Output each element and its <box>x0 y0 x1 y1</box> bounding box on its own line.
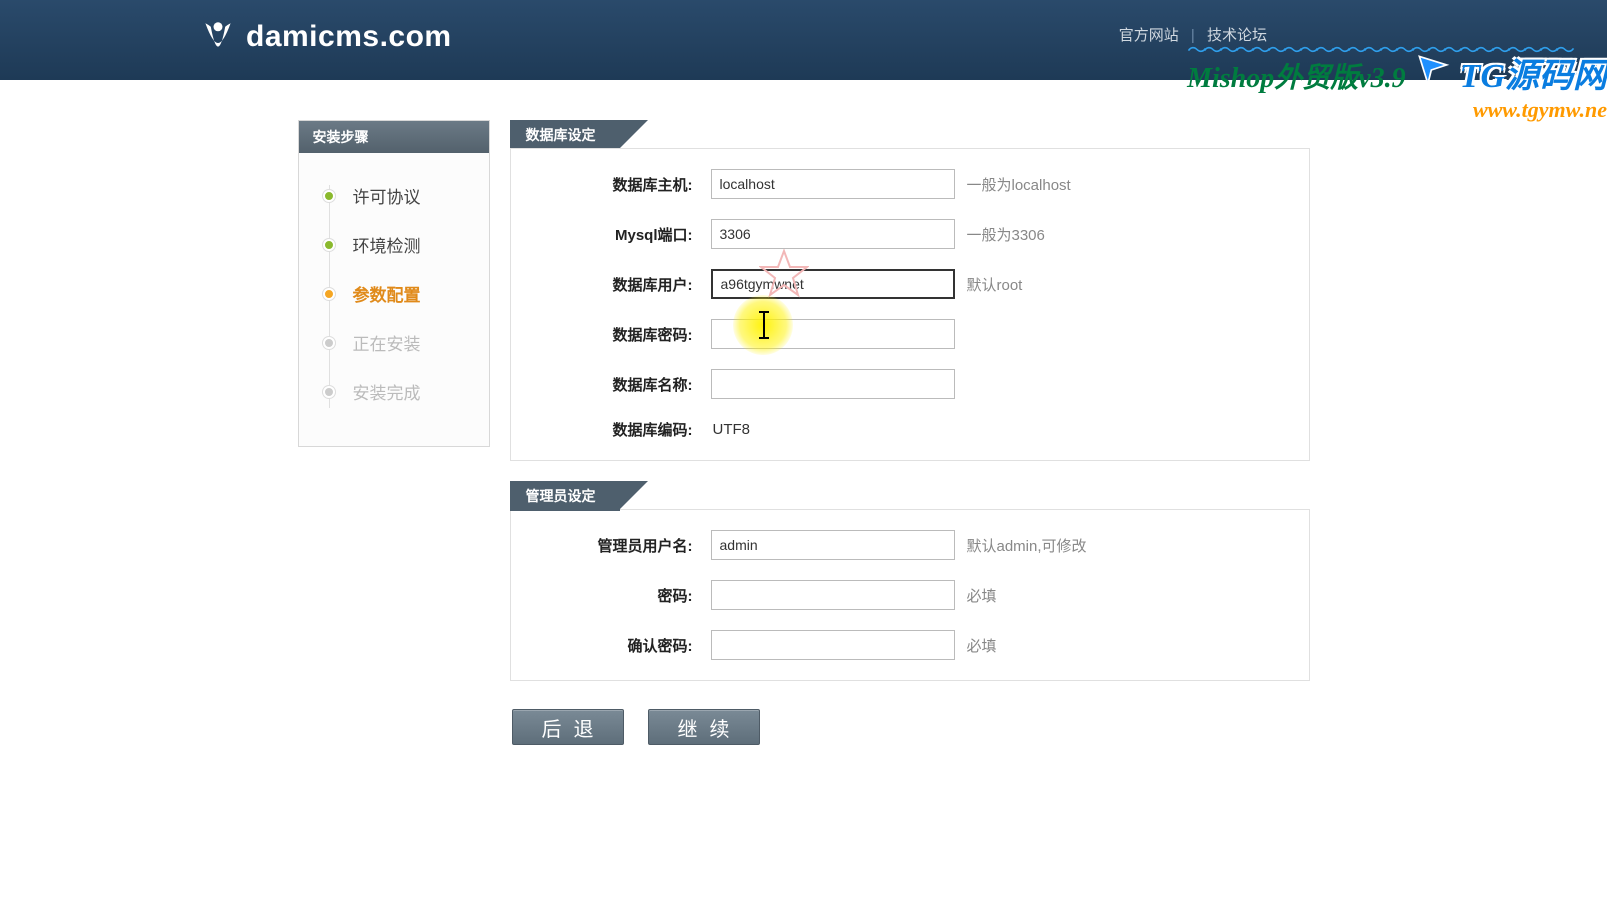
db-host-hint: 一般为localhost <box>967 174 1071 195</box>
db-settings-section: 数据库设定 数据库主机: 一般为localhost Mysql端口: 一般为33… <box>510 120 1310 461</box>
sidebar-title: 安装步骤 <box>299 121 489 153</box>
db-section-title: 数据库设定 <box>510 120 620 150</box>
step-dot-icon <box>323 239 335 251</box>
db-pass-label: 数据库密码: <box>531 324 711 345</box>
admin-settings-section: 管理员设定 管理员用户名: 默认admin,可修改 密码: 必填 确认密码: 必… <box>510 481 1310 681</box>
admin-section-title: 管理员设定 <box>510 481 620 511</box>
mishop-version-text: Mishop外贸版v3.9 <box>1187 56 1406 96</box>
wave-decoration: ～～～～～～～～～～～～～～～～～～～～～～～～ <box>1187 34 1607 54</box>
step-label: 安装完成 <box>353 379 421 404</box>
db-name-input[interactable] <box>711 369 955 399</box>
person-logo-icon <box>200 16 236 57</box>
tg-logo-icon <box>1416 53 1450 95</box>
step-done: 安装完成 <box>299 367 489 416</box>
admin-user-input[interactable] <box>711 530 955 560</box>
brand-text: damicms.com <box>246 20 452 54</box>
db-user-label: 数据库用户: <box>531 274 711 295</box>
step-license: 许可协议 <box>299 171 489 220</box>
admin-confirm-input[interactable] <box>711 630 955 660</box>
admin-confirm-label: 确认密码: <box>531 635 711 656</box>
watermark-overlay: ～～～～～～～～～～～～～～～～～～～～～～～～ Mishop外贸版v3.9 T… <box>1187 48 1607 123</box>
step-params: 参数配置 <box>299 269 489 318</box>
db-name-row: 数据库名称: <box>511 359 1309 409</box>
text-cursor-icon <box>763 313 765 337</box>
db-name-label: 数据库名称: <box>531 374 711 395</box>
continue-button[interactable]: 继续 <box>648 709 760 745</box>
step-label: 环境检测 <box>353 232 421 257</box>
top-bar: damicms.com 官方网站 | 技术论坛 ～～～～～～～～～～～～～～～～… <box>0 0 1607 80</box>
db-user-row: 数据库用户: 默认root <box>511 259 1309 309</box>
admin-pass-input[interactable] <box>711 580 955 610</box>
step-label: 参数配置 <box>353 281 421 306</box>
admin-pass-label: 密码: <box>531 585 711 606</box>
db-port-row: Mysql端口: 一般为3306 <box>511 209 1309 259</box>
admin-user-row: 管理员用户名: 默认admin,可修改 <box>511 520 1309 570</box>
admin-confirm-row: 确认密码: 必填 <box>511 620 1309 670</box>
db-pass-row: 数据库密码: <box>511 309 1309 359</box>
step-label: 正在安装 <box>353 330 421 355</box>
db-charset-value: UTF8 <box>711 421 751 438</box>
db-port-label: Mysql端口: <box>531 224 711 245</box>
db-charset-row: 数据库编码: UTF8 <box>511 409 1309 450</box>
admin-user-hint: 默认admin,可修改 <box>967 535 1087 556</box>
admin-confirm-hint: 必填 <box>967 635 997 656</box>
tg-brand-text: TG源码网 <box>1460 48 1607 97</box>
back-button[interactable]: 后退 <box>512 709 624 745</box>
db-user-input[interactable] <box>711 269 955 299</box>
step-installing: 正在安装 <box>299 318 489 367</box>
admin-pass-hint: 必填 <box>967 585 997 606</box>
db-pass-input[interactable] <box>711 319 955 349</box>
db-charset-label: 数据库编码: <box>531 419 711 440</box>
db-host-label: 数据库主机: <box>531 174 711 195</box>
install-steps-sidebar: 安装步骤 许可协议 环境检测 参数配置 正在安装 安装完成 <box>298 120 490 447</box>
steps-list: 许可协议 环境检测 参数配置 正在安装 安装完成 <box>299 153 489 446</box>
db-host-input[interactable] <box>711 169 955 199</box>
official-site-link[interactable]: 官方网站 <box>1119 27 1179 44</box>
step-dot-icon <box>323 288 335 300</box>
admin-pass-row: 密码: 必填 <box>511 570 1309 620</box>
step-env-check: 环境检测 <box>299 220 489 269</box>
step-dot-icon <box>323 190 335 202</box>
button-row: 后退 继续 <box>510 709 1310 745</box>
main-form-area: 数据库设定 数据库主机: 一般为localhost Mysql端口: 一般为33… <box>510 120 1310 745</box>
db-port-hint: 一般为3306 <box>967 224 1045 245</box>
admin-user-label: 管理员用户名: <box>531 535 711 556</box>
step-dot-icon <box>323 386 335 398</box>
step-dot-icon <box>323 337 335 349</box>
brand-logo: damicms.com <box>200 16 452 57</box>
db-host-row: 数据库主机: 一般为localhost <box>511 159 1309 209</box>
db-user-hint: 默认root <box>967 274 1023 295</box>
db-port-input[interactable] <box>711 219 955 249</box>
step-label: 许可协议 <box>353 183 421 208</box>
